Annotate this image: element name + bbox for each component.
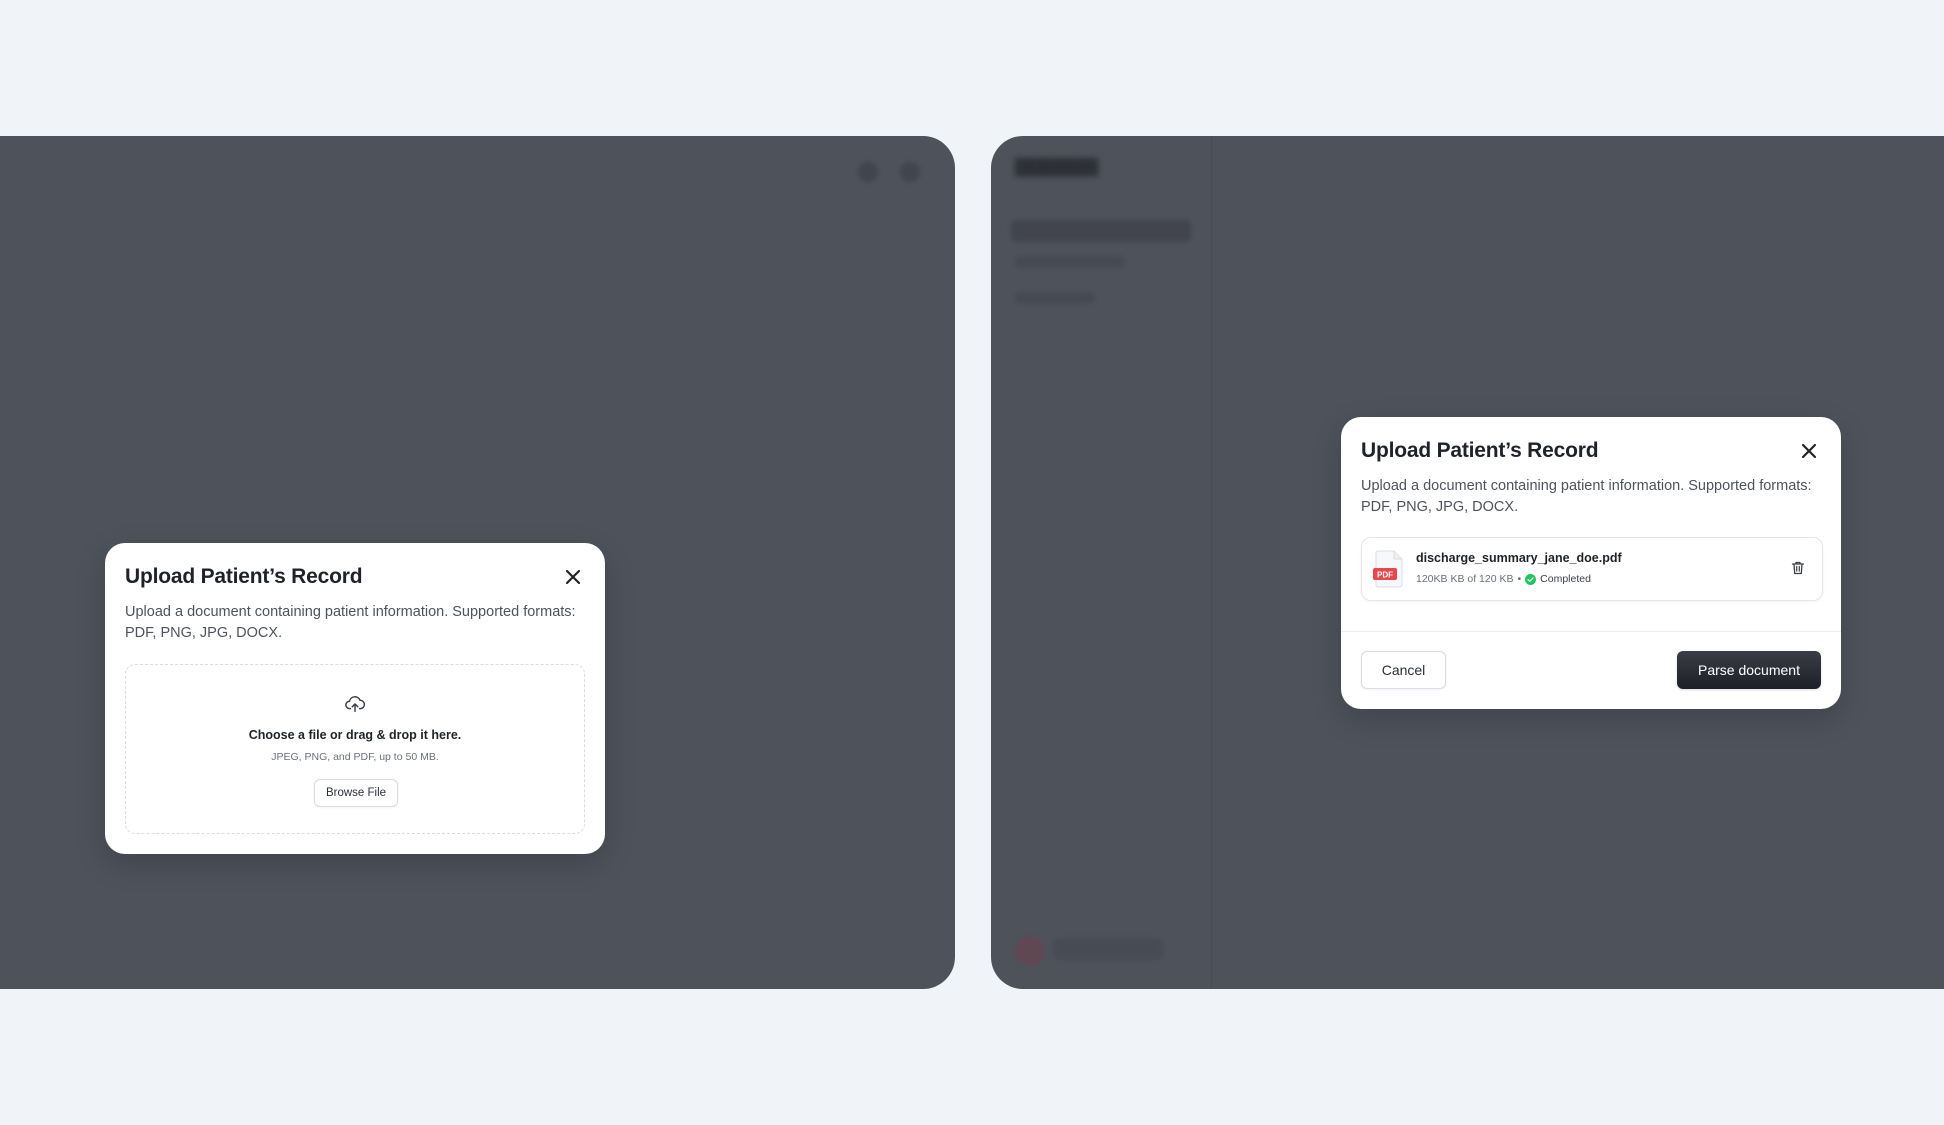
file-meta: 120KB KB of 120 KB • Completed [1416,573,1591,585]
close-icon [565,569,581,585]
blurred-logo: ▇▇▇▇▇▇ [1015,156,1099,176]
blurred-user-info [1053,938,1163,960]
blurred-nav-item [1011,220,1191,242]
blurred-nav-item [1015,256,1125,268]
blurred-sidebar: ▇▇▇▇▇▇ [991,136,1212,989]
close-icon [1801,443,1817,459]
close-button[interactable] [1799,441,1819,461]
upload-modal-empty: Upload Patient’s Record Upload a documen… [105,543,605,854]
blurred-header-icon [858,162,878,182]
pdf-file-icon: PDF [1373,550,1403,588]
parse-document-button[interactable]: Parse document [1677,651,1821,689]
check-circle-icon [1525,573,1537,585]
file-name: discharge_summary_jane_doe.pdf [1416,551,1622,565]
trash-icon [1791,561,1805,575]
cancel-button[interactable]: Cancel [1361,651,1446,689]
blurred-header-icon [900,162,920,182]
file-size: 120KB KB of 120 KB [1416,573,1514,585]
close-button[interactable] [563,567,583,587]
upload-status: Completed [1540,573,1591,585]
pdf-badge-text: PDF [1377,571,1393,580]
dropzone-hint: JPEG, PNG, and PDF, up to 50 MB. [271,751,439,763]
meta-separator: • [1517,573,1522,585]
dropzone-title: Choose a file or drag & drop it here. [248,728,462,742]
delete-file-button[interactable] [1790,560,1806,576]
modal-description: Upload a document containing patient inf… [125,604,576,641]
uploaded-file-card: PDF discharge_summary_jane_doe.pdf 120KB… [1361,537,1823,601]
modal-title: Upload Patient’s Record [1361,439,1599,462]
modal-description: Upload a document containing patient inf… [1361,478,1812,515]
upload-modal-uploaded: Upload Patient’s Record Upload a documen… [1341,417,1841,709]
app-backdrop-left: Upload Patient’s Record Upload a documen… [0,136,955,989]
modal-title: Upload Patient’s Record [125,565,363,588]
footer-divider [1341,631,1841,632]
blurred-avatar [1015,936,1045,966]
cloud-upload-icon [345,696,366,713]
file-dropzone[interactable]: Choose a file or drag & drop it here. JP… [125,664,585,834]
blurred-nav-item [1015,292,1095,304]
browse-file-button[interactable]: Browse File [314,779,398,807]
